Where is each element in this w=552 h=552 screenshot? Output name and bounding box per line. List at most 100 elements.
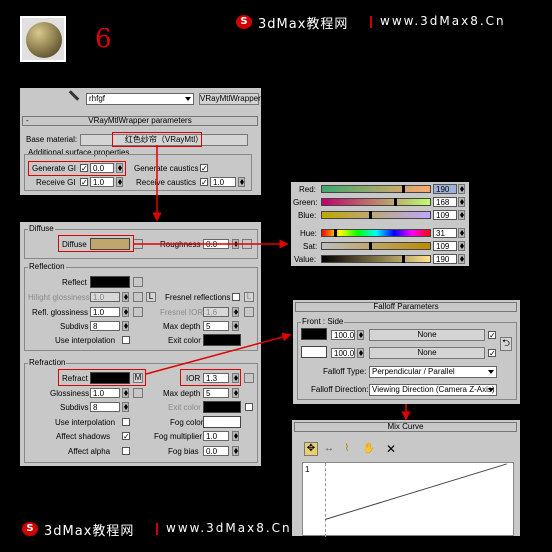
refract-glossiness-value[interactable]: 1.0	[90, 388, 120, 398]
red-slider-thumb[interactable]	[402, 185, 405, 193]
red-slider[interactable]	[321, 185, 431, 193]
front-map-checkbox[interactable]: ✓	[488, 331, 496, 340]
refract-interpolation-checkbox[interactable]	[122, 418, 130, 426]
refract-subdivs-spinner[interactable]	[122, 402, 129, 412]
blue-slider[interactable]	[321, 211, 431, 219]
front-amount-value[interactable]: 100.0	[331, 330, 355, 340]
hilight-map-button[interactable]	[133, 292, 143, 302]
sat-slider[interactable]	[321, 242, 431, 250]
side-map-checkbox[interactable]: ✓	[488, 349, 496, 358]
refract-max-depth-value[interactable]: 5	[203, 388, 229, 398]
material-type-button[interactable]: VRayMtlWrapper	[199, 93, 261, 105]
green-slider[interactable]	[321, 198, 431, 206]
roughness-map-button[interactable]	[242, 239, 252, 249]
side-color-swatch[interactable]	[301, 346, 327, 358]
insert-point-icon[interactable]: ⌇	[340, 442, 354, 456]
fog-color-swatch[interactable]	[203, 416, 241, 428]
refract-subdivs-value[interactable]: 8	[90, 402, 120, 412]
refract-glossiness-spinner[interactable]	[122, 388, 129, 398]
green-spinner[interactable]	[458, 197, 465, 207]
blue-slider-thumb[interactable]	[369, 211, 372, 219]
front-amount-spinner[interactable]	[357, 330, 364, 340]
refract-max-depth-spinner[interactable]	[232, 388, 239, 398]
receive-caustics-spinner[interactable]	[238, 177, 245, 187]
exit-color-label: Exit color	[168, 336, 201, 345]
curve-graph-area[interactable]: 1	[302, 462, 514, 537]
value-value[interactable]: 190	[433, 254, 457, 264]
side-amount-spinner[interactable]	[357, 348, 364, 358]
material-preview-sphere[interactable]	[20, 16, 66, 62]
reflect-max-depth-value[interactable]: 5	[203, 321, 229, 331]
value-slider[interactable]	[321, 255, 431, 263]
hilight-glossiness-value[interactable]: 1.0	[90, 292, 120, 302]
fresnel-lock-button[interactable]: L	[244, 292, 254, 302]
reflect-map-button[interactable]	[133, 277, 143, 287]
blue-value[interactable]: 109	[433, 210, 457, 220]
receive-gi-value[interactable]: 1.0	[90, 177, 114, 187]
fresnel-reflections-checkbox[interactable]	[232, 293, 240, 301]
blue-spinner[interactable]	[458, 210, 465, 220]
value-slider-thumb[interactable]	[402, 255, 405, 263]
fresnel-ior-spinner[interactable]	[232, 307, 239, 317]
affect-shadows-checkbox[interactable]: ✓	[122, 432, 130, 441]
red-spinner[interactable]	[458, 184, 465, 194]
hue-slider[interactable]	[321, 229, 431, 237]
side-map-button[interactable]: None	[369, 347, 485, 359]
green-slider-thumb[interactable]	[394, 198, 397, 206]
delete-point-icon[interactable]: ✕	[384, 442, 398, 456]
swap-colors-icon[interactable]: ⮌	[500, 337, 512, 351]
refl-glossiness-spinner[interactable]	[122, 307, 129, 317]
fresnel-ior-map-button[interactable]	[244, 307, 254, 317]
sat-value[interactable]: 109	[433, 241, 457, 251]
mix-curve-rollout-header[interactable]: Mix Curve	[294, 422, 517, 432]
refract-glossiness-map-button[interactable]	[133, 388, 143, 398]
hue-spinner[interactable]	[458, 228, 465, 238]
scale-tool-icon[interactable]: ↔	[322, 442, 336, 456]
falloff-direction-dropdown[interactable]: Viewing Direction (Camera Z-Axis)	[369, 384, 497, 396]
falloff-type-dropdown[interactable]: Perpendicular / Parallel	[369, 366, 497, 378]
roughness-value[interactable]: 0.0	[203, 239, 229, 249]
affect-alpha-checkbox[interactable]	[122, 447, 130, 455]
sat-slider-thumb[interactable]	[369, 242, 372, 250]
hilight-lock-button[interactable]: L	[146, 292, 156, 302]
red-value[interactable]: 190	[433, 184, 457, 194]
roughness-spinner[interactable]	[232, 239, 239, 249]
hilight-glossiness-spinner[interactable]	[122, 292, 129, 302]
exit-color-swatch[interactable]	[203, 334, 241, 346]
generate-caustics-checkbox[interactable]: ✓	[200, 164, 208, 173]
receive-caustics-value[interactable]: 1.0	[210, 177, 236, 187]
reflect-subdivs-value[interactable]: 8	[90, 321, 120, 331]
move-tool-icon[interactable]: ✥	[304, 442, 318, 456]
receive-gi-spinner[interactable]	[116, 177, 123, 187]
fresnel-ior-value[interactable]: 1.6	[203, 307, 229, 317]
material-name-field[interactable]: rhfgf	[86, 93, 194, 105]
refract-exit-color-checkbox[interactable]	[245, 403, 253, 411]
reflect-subdivs-spinner[interactable]	[122, 321, 129, 331]
falloff-rollout-header[interactable]: Falloff Parameters	[295, 302, 517, 312]
green-value[interactable]: 168	[433, 197, 457, 207]
reflect-max-depth-spinner[interactable]	[232, 321, 239, 331]
eyedropper-icon[interactable]	[68, 90, 80, 101]
ior-map-button[interactable]	[244, 373, 254, 383]
refl-glossiness-value[interactable]: 1.0	[90, 307, 120, 317]
refl-glossiness-map-button[interactable]	[133, 307, 143, 317]
value-spinner[interactable]	[458, 254, 465, 264]
pan-tool-icon[interactable]: ✋	[362, 442, 376, 456]
diffuse-map-button[interactable]	[133, 239, 143, 249]
hue-value[interactable]: 31	[433, 228, 457, 238]
front-color-swatch[interactable]	[301, 328, 327, 340]
fog-multiplier-value[interactable]: 1.0	[203, 431, 229, 441]
refract-exit-color-swatch[interactable]	[203, 401, 241, 413]
reflect-color-swatch[interactable]	[90, 276, 130, 288]
hue-slider-thumb[interactable]	[334, 229, 337, 237]
sat-spinner[interactable]	[458, 241, 465, 251]
fog-bias-spinner[interactable]	[232, 446, 239, 456]
front-map-button[interactable]: None	[369, 329, 485, 341]
side-amount-value[interactable]: 100.0	[331, 348, 355, 358]
reflect-interpolation-checkbox[interactable]	[122, 336, 130, 344]
fog-multiplier-spinner[interactable]	[232, 431, 239, 441]
rollout-header[interactable]: - VRayMtlWrapper parameters	[22, 116, 258, 126]
receive-gi-checkbox[interactable]: ✓	[80, 178, 88, 187]
receive-caustics-checkbox[interactable]: ✓	[200, 178, 208, 187]
fog-bias-value[interactable]: 0.0	[203, 446, 229, 456]
